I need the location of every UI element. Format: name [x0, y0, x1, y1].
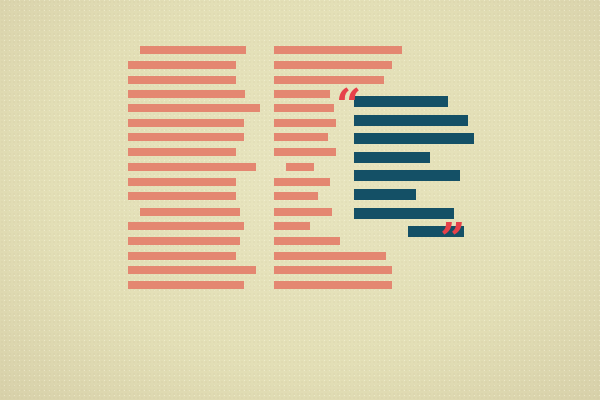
left-text-line: [128, 148, 236, 156]
left-text-line: [128, 90, 245, 98]
right-text-line: [274, 133, 328, 141]
left-text-line: [128, 252, 236, 260]
left-text-line: [128, 104, 260, 112]
left-text-line: [140, 46, 246, 54]
quote-text-line: [354, 115, 468, 126]
left-text-line: [128, 119, 244, 127]
right-text-line: [274, 192, 318, 200]
left-text-line: [128, 192, 236, 200]
right-text-line: [274, 46, 402, 54]
right-text-line: [274, 148, 336, 156]
right-text-line: [274, 178, 330, 186]
quote-text-line: [354, 96, 448, 107]
left-text-line: [128, 61, 236, 69]
left-text-line: [128, 133, 244, 141]
left-text-line: [128, 163, 256, 171]
right-text-line: [274, 266, 392, 274]
right-text-line: [274, 237, 340, 245]
right-text-line: [274, 208, 332, 216]
right-text-line: [274, 119, 336, 127]
illustration-canvas: “ ”: [0, 0, 600, 400]
quote-text-line: [354, 189, 416, 200]
left-text-line: [128, 266, 256, 274]
left-text-line: [140, 208, 240, 216]
left-text-line: [128, 281, 244, 289]
left-text-line: [128, 178, 236, 186]
paper-grain-texture: [0, 0, 600, 400]
right-text-line: [274, 76, 384, 84]
right-text-line: [274, 90, 330, 98]
quote-text-line: [354, 152, 430, 163]
right-text-line: [274, 61, 392, 69]
left-text-line: [128, 237, 240, 245]
right-text-line: [274, 222, 310, 230]
left-text-line: [128, 222, 244, 230]
right-text-line: [286, 163, 314, 171]
closing-quotation-mark-icon: ”: [440, 214, 466, 265]
quote-text-line: [354, 133, 474, 144]
left-text-line: [128, 76, 236, 84]
right-text-line: [274, 104, 334, 112]
opening-quotation-mark-icon: “: [336, 80, 362, 131]
right-text-line: [274, 281, 392, 289]
right-text-line: [274, 252, 386, 260]
quote-text-line: [354, 170, 460, 181]
quote-text-line: [354, 208, 454, 219]
